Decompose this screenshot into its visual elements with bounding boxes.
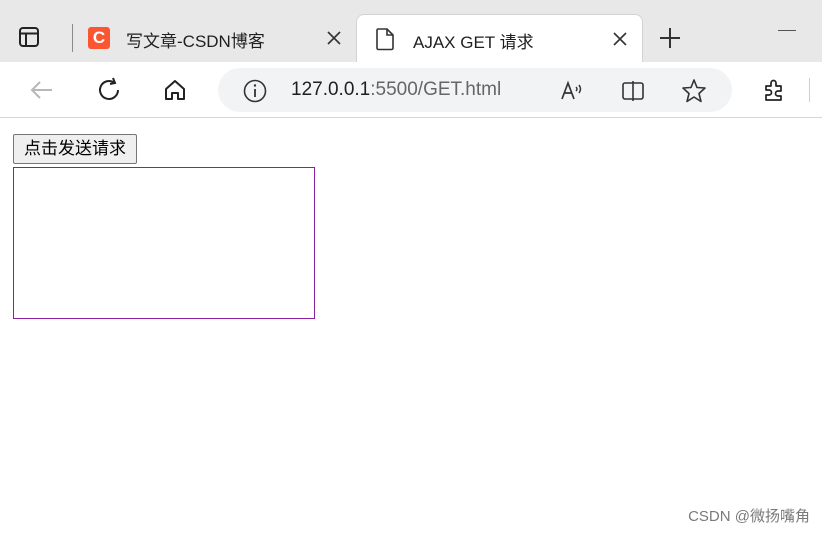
watermark: CSDN @微扬嘴角: [688, 508, 810, 525]
tab-ajax-get[interactable]: AJAX GET 请求: [356, 14, 643, 62]
tab-title: AJAX GET 请求: [413, 33, 534, 52]
csdn-logo-icon: C: [88, 27, 110, 49]
tab-divider: [72, 24, 73, 52]
extensions-icon[interactable]: [758, 74, 790, 106]
address-bar[interactable]: 127.0.0.1:5500/GET.html: [218, 68, 732, 112]
document-icon: [375, 27, 395, 51]
read-aloud-icon[interactable]: [558, 77, 586, 105]
info-icon[interactable]: [242, 78, 268, 104]
send-request-button[interactable]: 点击发送请求: [13, 134, 137, 164]
favorite-star-icon[interactable]: [680, 77, 708, 105]
back-arrow-icon[interactable]: [26, 74, 58, 106]
browser-toolbar: 127.0.0.1:5500/GET.html: [0, 62, 822, 118]
page-content: 点击发送请求 CSDN @微扬嘴角: [0, 119, 822, 534]
minimize-icon[interactable]: [778, 30, 796, 31]
tab-csdn[interactable]: C 写文章-CSDN博客: [78, 14, 354, 62]
tab-strip: C 写文章-CSDN博客 AJAX GET 请求: [0, 0, 822, 62]
result-box: [13, 167, 315, 319]
close-icon[interactable]: [610, 29, 630, 49]
tab-title: 写文章-CSDN博客: [126, 32, 265, 51]
split-screen-icon[interactable]: [619, 77, 647, 105]
url-host: 127.0.0.1: [291, 79, 371, 100]
tab-actions-icon[interactable]: [16, 24, 42, 50]
toolbar-separator: [809, 78, 810, 102]
home-icon[interactable]: [159, 74, 191, 106]
new-tab-icon[interactable]: [656, 24, 684, 52]
url-text[interactable]: 127.0.0.1:5500/GET.html: [291, 79, 501, 101]
close-icon[interactable]: [324, 28, 344, 48]
refresh-icon[interactable]: [93, 74, 125, 106]
url-path: :5500/GET.html: [370, 79, 502, 100]
